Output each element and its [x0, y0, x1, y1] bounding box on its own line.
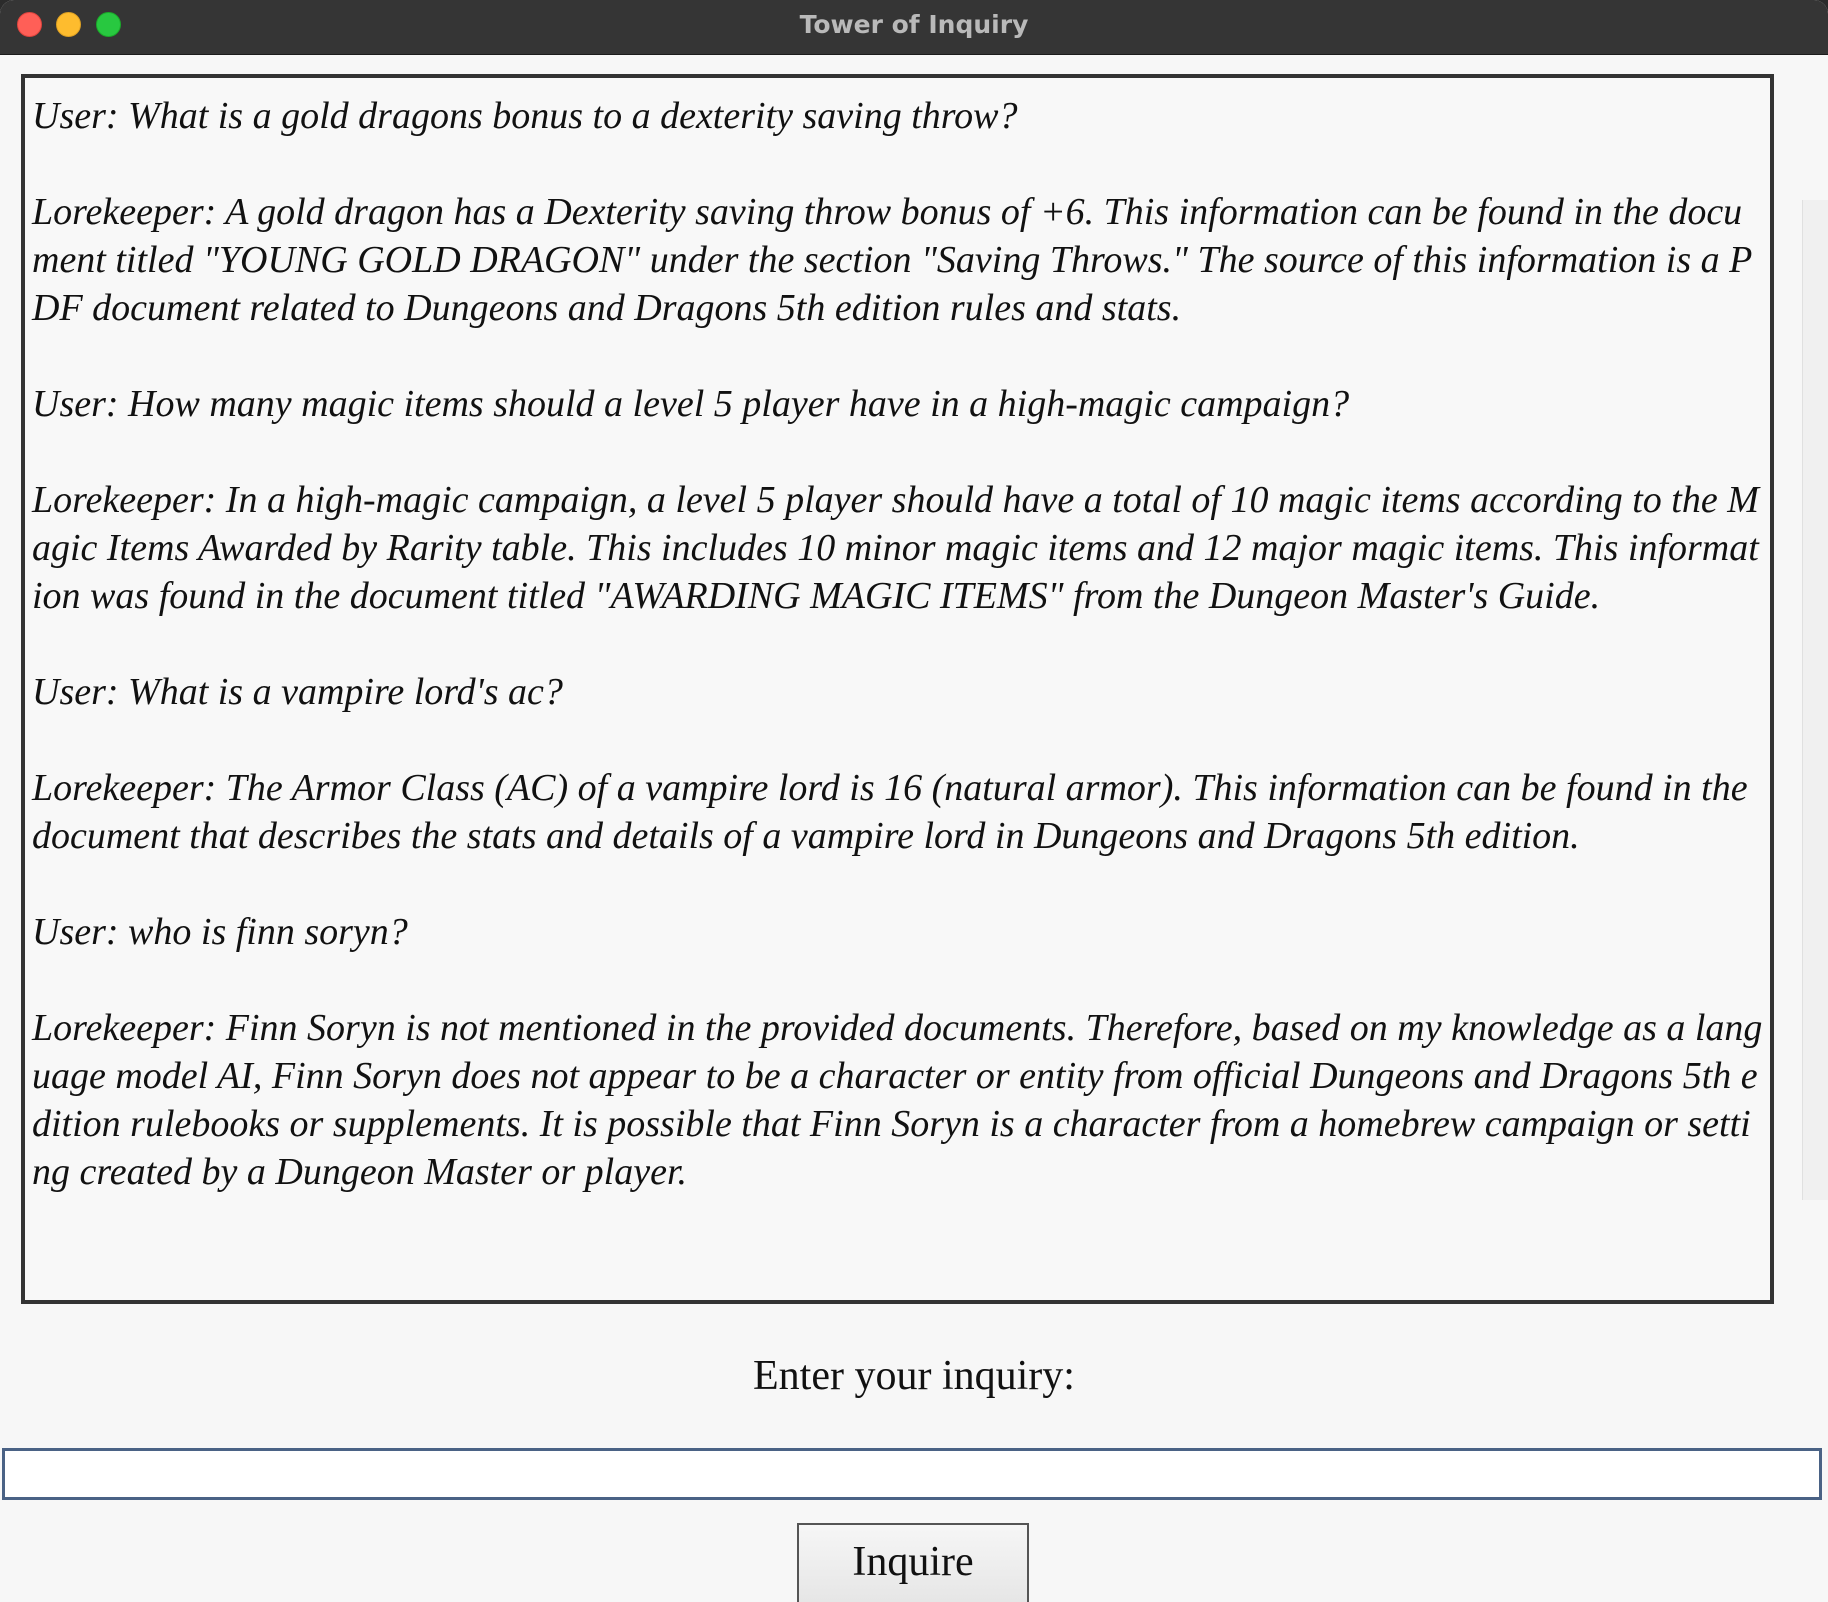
window-scrollbar[interactable]	[1802, 200, 1828, 1200]
inquiry-input[interactable]	[2, 1448, 1822, 1500]
inquiry-prompt-label: Enter your inquiry:	[753, 1353, 1075, 1399]
window-title: Tower of Inquiry	[799, 10, 1029, 39]
title-bar[interactable]: Tower of Inquiry	[0, 0, 1828, 55]
app-window: Tower of Inquiry User: What is a gold dr…	[0, 0, 1828, 1602]
conversation-transcript[interactable]: User: What is a gold dragons bonus to a …	[21, 74, 1774, 1304]
inquire-button[interactable]: Inquire	[797, 1523, 1029, 1602]
transcript-text: User: What is a gold dragons bonus to a …	[32, 95, 1763, 1193]
